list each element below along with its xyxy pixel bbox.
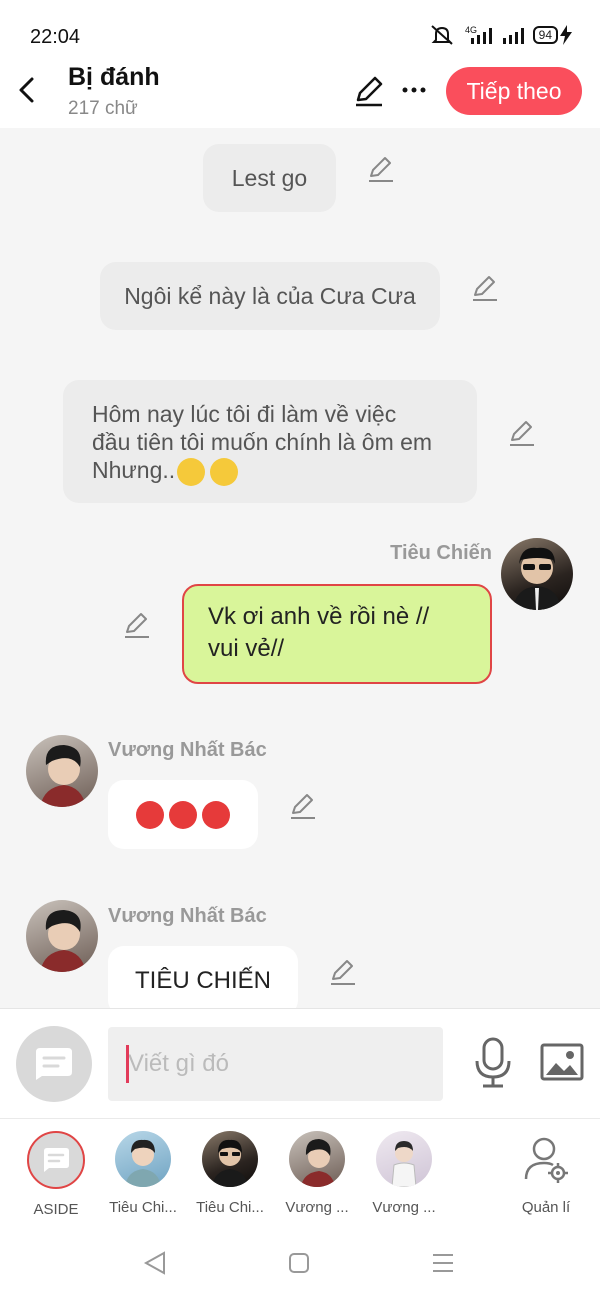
message-text: Ngôi kể này là của Cưa Cưa — [124, 282, 416, 309]
character-tieu-chien-1[interactable]: Tiêu Chi... — [101, 1131, 185, 1216]
edit-message-icon[interactable] — [470, 273, 500, 303]
chat-bubble-icon — [44, 1148, 69, 1172]
message-text: TIÊU CHIẾN — [134, 967, 271, 994]
message-bubble[interactable]: TIÊU CHIẾN — [108, 946, 298, 1008]
highlighted-message-bubble[interactable]: Vk ơi anh về rồi nè // vui vẻ// — [182, 584, 492, 684]
avatar-portrait-icon — [513, 547, 561, 610]
avatar-tieu-chien[interactable] — [501, 538, 573, 610]
character-avatar — [202, 1131, 258, 1187]
microphone-icon[interactable] — [472, 1037, 514, 1089]
more-options-icon[interactable] — [400, 76, 428, 104]
message-line: Nhưng.. — [92, 456, 477, 486]
edit-message-icon[interactable] — [122, 610, 152, 640]
aside-toggle-button[interactable] — [16, 1026, 92, 1102]
system-nav-bar — [0, 1228, 600, 1300]
nav-back-icon[interactable] — [142, 1250, 168, 1276]
angry-emoji-icon — [202, 800, 230, 829]
character-avatar — [376, 1131, 432, 1187]
message-line: đầu tiên tôi muốn chính là ôm em — [92, 429, 433, 455]
message-text: Lest go — [231, 164, 308, 191]
character-aside[interactable]: ASIDE — [14, 1131, 98, 1218]
narration-bubble[interactable]: Hôm nay lúc tôi đi làm về việc đầu tiên … — [63, 380, 477, 503]
charging-bolt-icon — [560, 25, 572, 45]
angry-emoji-icon — [136, 800, 164, 829]
avatar-vuong-nhat-bac[interactable] — [26, 900, 98, 972]
page-title: Bị đánh — [68, 63, 160, 91]
avatar-portrait-icon — [301, 1139, 335, 1187]
character-bar: ASIDE Tiêu Chi... Tiêu Chi... Vương ... … — [0, 1118, 600, 1229]
back-arrow-icon[interactable] — [14, 74, 40, 106]
message-line: vui vẻ// — [208, 635, 285, 662]
character-avatar — [115, 1131, 171, 1187]
character-label: Tiêu Chi... — [109, 1199, 177, 1216]
nav-home-icon[interactable] — [287, 1251, 311, 1275]
message-input[interactable] — [108, 1027, 443, 1101]
sad-sweat-emoji-icon — [210, 457, 239, 486]
edit-message-icon[interactable] — [366, 154, 396, 184]
avatar-portrait-icon — [40, 745, 86, 807]
angry-emoji-icon — [169, 800, 197, 829]
next-button[interactable]: Tiếp theo — [446, 67, 582, 115]
character-tieu-chien-2[interactable]: Tiêu Chi... — [188, 1131, 272, 1216]
speaker-name: Vương Nhất Bác — [108, 739, 267, 761]
status-time: 22:04 — [30, 26, 81, 48]
edit-message-icon[interactable] — [288, 791, 318, 821]
character-vuong-nhat-bac-2[interactable]: Vương ... — [362, 1131, 446, 1216]
status-bar: 22:04 4G 94 — [0, 0, 600, 60]
message-bubble[interactable] — [108, 780, 258, 849]
text-caret — [126, 1045, 129, 1083]
character-vuong-nhat-bac-1[interactable]: Vương ... — [275, 1131, 359, 1216]
signal-icon — [502, 28, 524, 44]
status-icons: 4G 94 — [429, 24, 572, 46]
word-count: 217 chữ — [68, 98, 138, 119]
edit-pencil-icon[interactable] — [352, 74, 386, 108]
character-label: ASIDE — [33, 1201, 79, 1218]
image-upload-icon[interactable] — [540, 1043, 584, 1081]
avatar-portrait-icon — [40, 910, 86, 972]
message-line: Hôm nay lúc tôi đi làm về việc — [92, 401, 397, 427]
signal-4g-icon: 4G — [465, 25, 492, 44]
edit-message-icon[interactable] — [507, 418, 537, 448]
character-label: Tiêu Chi... — [196, 1199, 264, 1216]
chat-bubble-icon — [36, 1048, 72, 1080]
avatar-portrait-icon — [212, 1139, 248, 1187]
chat-area[interactable]: Lest go Ngôi kể này là của Cưa Cưa Hôm n… — [0, 128, 600, 1008]
user-settings-icon — [524, 1137, 568, 1183]
character-label: Vương ... — [372, 1199, 436, 1216]
composer-bar — [0, 1008, 600, 1119]
speaker-name: Vương Nhất Bác — [108, 905, 267, 927]
avatar-portrait-icon — [391, 1141, 417, 1187]
nav-recents-icon[interactable] — [430, 1251, 456, 1275]
svg-text:4G: 4G — [465, 25, 477, 35]
character-label: Quản lí — [521, 1199, 571, 1216]
speaker-name: Tiêu Chiến — [390, 542, 492, 564]
edit-message-icon[interactable] — [328, 957, 358, 987]
battery-indicator: 94 — [532, 25, 572, 45]
avatar-portrait-icon — [125, 1139, 161, 1187]
narration-bubble[interactable]: Lest go — [203, 144, 336, 212]
mute-bell-icon — [430, 25, 453, 45]
character-label: Vương ... — [285, 1199, 349, 1216]
character-avatar — [289, 1131, 345, 1187]
narration-bubble[interactable]: Ngôi kể này là của Cưa Cưa — [100, 262, 440, 330]
sad-sweat-emoji-icon — [177, 457, 206, 486]
avatar-vuong-nhat-bac[interactable] — [26, 735, 98, 807]
manage-characters[interactable]: Quản lí — [504, 1131, 588, 1216]
aside-avatar — [27, 1131, 85, 1189]
message-line: Vk ơi anh về rồi nè // — [208, 603, 430, 630]
header: Bị đánh 217 chữ Tiếp theo — [0, 60, 600, 128]
